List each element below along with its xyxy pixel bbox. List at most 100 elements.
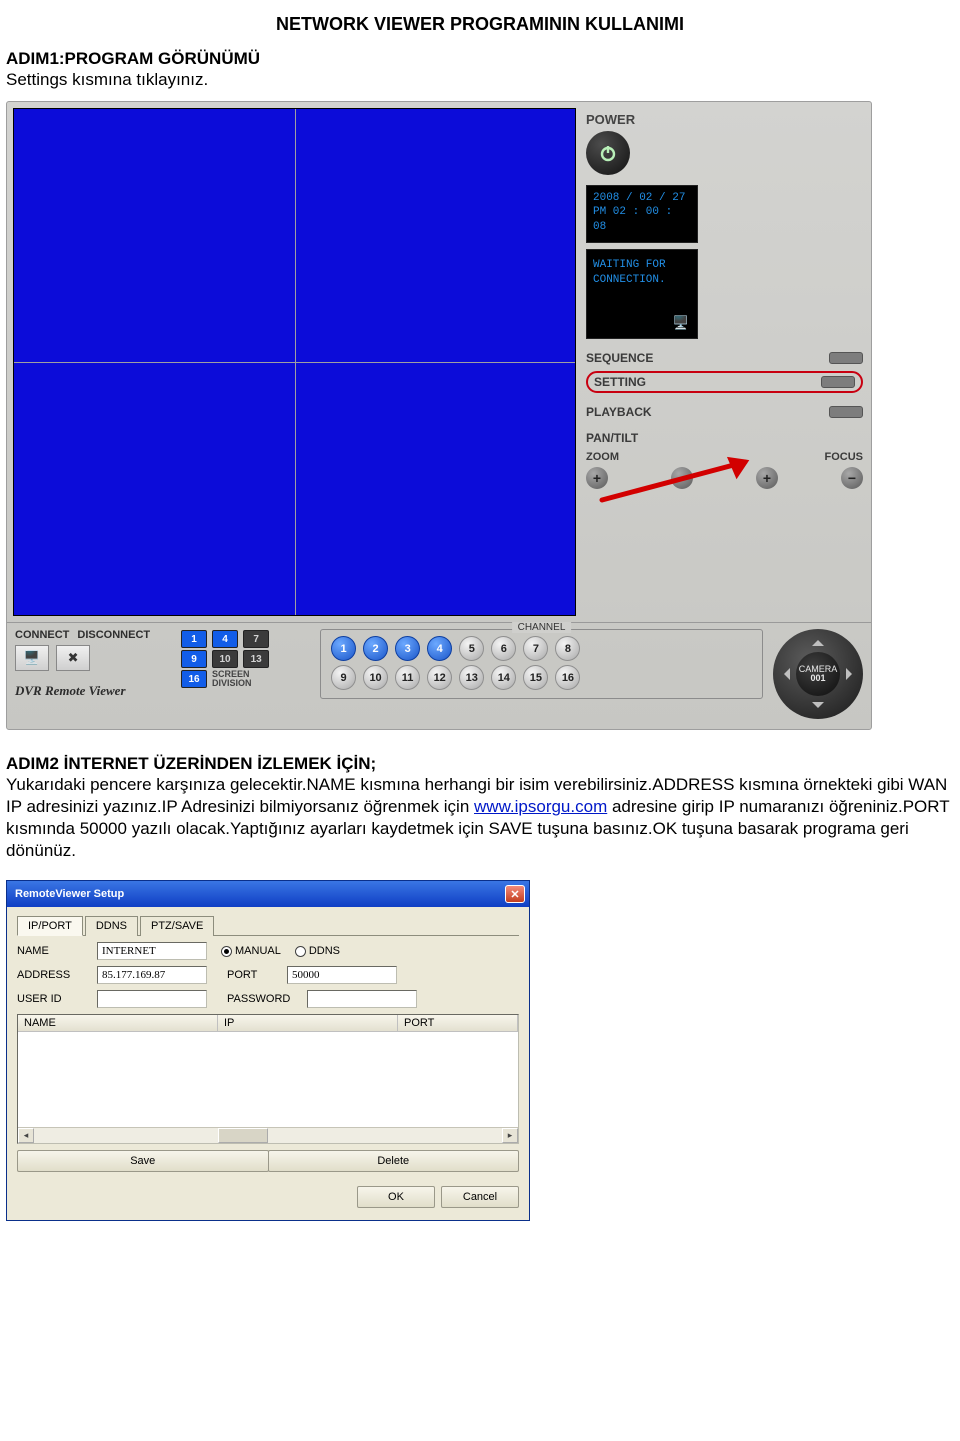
delete-button[interactable]: Delete	[268, 1150, 520, 1172]
step2-body: Yukarıdaki pencere karşınıza gelecektir.…	[6, 774, 954, 862]
grid-7-button[interactable]: 7	[243, 630, 269, 648]
red-arrow-annotation	[597, 452, 777, 516]
userid-label: USER ID	[17, 993, 97, 1005]
channel-6-button[interactable]: 6	[491, 636, 516, 661]
connect-label: CONNECT	[15, 629, 69, 641]
tab-ipport[interactable]: IP/PORT	[17, 916, 83, 936]
manual-label: MANUAL	[235, 945, 281, 957]
playback-toggle-icon	[829, 406, 863, 418]
scroll-thumb[interactable]	[218, 1128, 268, 1143]
channel-16-button[interactable]: 16	[555, 665, 580, 690]
side-panel: POWER 2008 / 02 / 27 PM 02 : 00 : 08 WAI…	[582, 102, 871, 622]
step1-heading: ADIM1:PROGRAM GÖRÜNÜMÜ	[6, 49, 954, 69]
userid-field[interactable]	[97, 990, 207, 1008]
channel-9-button[interactable]: 9	[331, 665, 356, 690]
disconnect-button[interactable]: ✖	[56, 645, 90, 671]
scroll-right-button[interactable]: ▸	[502, 1128, 518, 1143]
close-icon: ✕	[510, 888, 519, 901]
list-col-ip[interactable]: IP	[218, 1015, 398, 1031]
jog-up-icon	[812, 634, 824, 646]
network-icon: 🖥️	[673, 315, 689, 333]
camera-center: CAMERA 001	[796, 652, 840, 696]
screen-division-block: 1 4 7 9 10 13 16 SCREEN DIVISION	[180, 629, 310, 689]
dialog-title-text: RemoteViewer Setup	[15, 888, 124, 900]
sequence-row[interactable]: SEQUENCE	[586, 351, 863, 365]
ipsorgu-link[interactable]: www.ipsorgu.com	[474, 797, 607, 816]
address-label: ADDRESS	[17, 969, 97, 981]
focus-out-button[interactable]: −	[841, 467, 863, 489]
jog-right-icon	[846, 668, 858, 680]
name-label: NAME	[17, 945, 97, 957]
cancel-button[interactable]: Cancel	[441, 1186, 519, 1208]
channel-7-button[interactable]: 7	[523, 636, 548, 661]
doc-title: NETWORK VIEWER PROGRAMININ KULLANIMI	[6, 14, 954, 35]
grid-4-button[interactable]: 4	[212, 630, 238, 648]
channel-15-button[interactable]: 15	[523, 665, 548, 690]
status-display: WAITING FOR CONNECTION. 🖥️	[586, 249, 698, 339]
power-button[interactable]	[586, 131, 630, 175]
date-text: 2008 / 02 / 27	[593, 191, 691, 205]
grid-9-button[interactable]: 9	[181, 650, 207, 668]
list-col-name[interactable]: NAME	[18, 1015, 218, 1031]
channel-12-button[interactable]: 12	[427, 665, 452, 690]
connect-button[interactable]: 🖥️	[15, 645, 49, 671]
sequence-toggle-icon	[829, 352, 863, 364]
channel-14-button[interactable]: 14	[491, 665, 516, 690]
manual-radio[interactable]	[221, 946, 232, 957]
name-field[interactable]	[97, 942, 207, 960]
channel-3-button[interactable]: 3	[395, 636, 420, 661]
grid-10-button[interactable]: 10	[212, 650, 238, 668]
jog-down-icon	[812, 702, 824, 714]
setting-row[interactable]: SETTING	[586, 371, 863, 393]
camera-jog-dial[interactable]: CAMERA 001	[773, 629, 863, 719]
ok-button[interactable]: OK	[357, 1186, 435, 1208]
sequence-label: SEQUENCE	[586, 351, 653, 365]
status-text: WAITING FOR CONNECTION.	[593, 258, 691, 288]
step2-heading: ADIM2 İNTERNET ÜZERİNDEN İZLEMEK İÇİN;	[6, 754, 954, 774]
focus-label: FOCUS	[825, 451, 864, 463]
grid-13-button[interactable]: 13	[243, 650, 269, 668]
channel-11-button[interactable]: 11	[395, 665, 420, 690]
power-icon	[598, 143, 618, 163]
channel-legend: CHANNEL	[512, 622, 572, 633]
setting-label: SETTING	[594, 375, 646, 389]
channel-5-button[interactable]: 5	[459, 636, 484, 661]
ddns-radio[interactable]	[295, 946, 306, 957]
step1-body: Settings kısmına tıklayınız.	[6, 69, 954, 91]
save-button[interactable]: Save	[17, 1150, 269, 1172]
tab-ptzsave[interactable]: PTZ/SAVE	[140, 916, 214, 936]
password-field[interactable]	[307, 990, 417, 1008]
setting-toggle-icon	[821, 376, 855, 388]
power-label: POWER	[586, 112, 863, 127]
tab-strip: IP/PORT DDNS PTZ/SAVE	[17, 915, 519, 936]
connection-list[interactable]: NAME IP PORT ◂ ▸	[17, 1014, 519, 1144]
close-button[interactable]: ✕	[505, 885, 525, 903]
video-grid	[13, 108, 576, 616]
dialog-titlebar[interactable]: RemoteViewer Setup ✕	[7, 881, 529, 907]
camera-number: 001	[810, 674, 825, 683]
port-label: PORT	[227, 969, 287, 981]
grid-16-button[interactable]: 16	[181, 670, 207, 688]
channel-4-button[interactable]: 4	[427, 636, 452, 661]
scroll-left-button[interactable]: ◂	[18, 1128, 34, 1143]
grid-1-button[interactable]: 1	[181, 630, 207, 648]
channel-2-button[interactable]: 2	[363, 636, 388, 661]
setup-dialog: RemoteViewer Setup ✕ IP/PORT DDNS PTZ/SA…	[6, 880, 530, 1221]
tab-ddns[interactable]: DDNS	[85, 916, 138, 936]
channel-13-button[interactable]: 13	[459, 665, 484, 690]
channel-8-button[interactable]: 8	[555, 636, 580, 661]
ddns-label: DDNS	[309, 945, 340, 957]
playback-row[interactable]: PLAYBACK	[586, 405, 863, 419]
jog-left-icon	[778, 668, 790, 680]
channel-1-button[interactable]: 1	[331, 636, 356, 661]
channel-group: CHANNEL 1 2 3 4 5 6 7 8 9 10 11 12 13	[320, 629, 763, 699]
pantilt-header: PAN/TILT	[586, 431, 863, 445]
list-scrollbar[interactable]: ◂ ▸	[18, 1127, 518, 1143]
channel-10-button[interactable]: 10	[363, 665, 388, 690]
datetime-display: 2008 / 02 / 27 PM 02 : 00 : 08	[586, 185, 698, 243]
screen-division-label: SCREEN DIVISION	[212, 670, 252, 688]
disconnect-label: DISCONNECT	[77, 629, 150, 641]
list-col-port[interactable]: PORT	[398, 1015, 518, 1031]
port-field[interactable]	[287, 966, 397, 984]
address-field[interactable]	[97, 966, 207, 984]
